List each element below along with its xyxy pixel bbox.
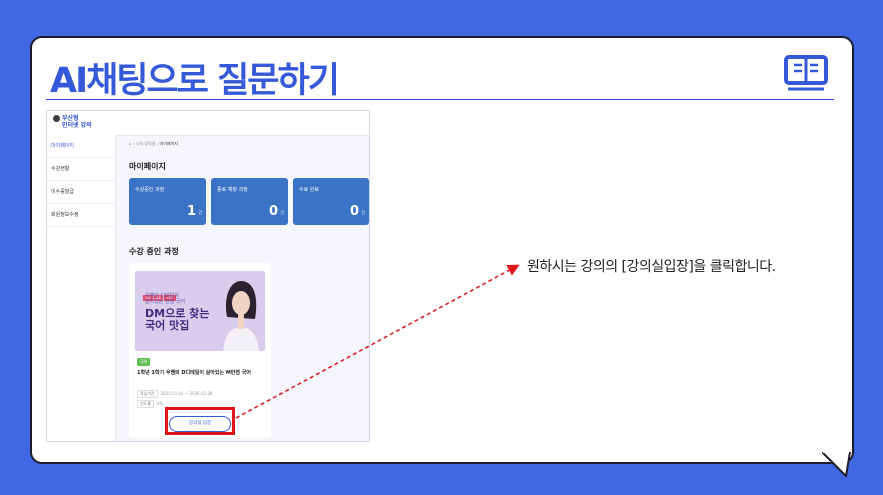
open-book-icon <box>784 55 828 91</box>
course-progress: 진도율 0% <box>137 400 163 408</box>
mascot-icon <box>53 115 60 122</box>
stat-card-ending-soon[interactable]: 종료 예정 과정 0 건 <box>211 178 288 225</box>
heading-divider <box>46 99 834 100</box>
sidebar-item-mypage[interactable]: 마이페이지 <box>47 135 115 158</box>
stat-card-completed[interactable]: 수료 완료 0 건 <box>293 178 369 225</box>
speech-tail-icon <box>822 452 851 477</box>
instructor-photo-icon <box>223 281 259 351</box>
site-logo[interactable]: 부산형 인터넷 강의 <box>53 115 92 129</box>
page-heading: AI채팅으로 질문하기 <box>50 61 340 101</box>
breadcrumb-current: 마이페이지 <box>159 141 178 146</box>
sidebar-item-certificate[interactable]: 이수증발급 <box>47 181 115 204</box>
main-content: ⌂ › 나의 강의실 › 마이페이지 마이페이지 수강중인 과정 1 건 종료 … <box>115 135 369 441</box>
section-title: 수강 중인 과정 <box>129 247 179 256</box>
page-title: 마이페이지 <box>129 162 166 171</box>
stat-card-in-progress[interactable]: 수강중인 과정 1 건 <box>129 178 206 225</box>
course-thumbnail[interactable]: 국어 공통 1학기 우쌤의 디테일이 살아있는 만점 국어 DM으로 찾는 국어 맛… <box>135 271 265 351</box>
embedded-screenshot: 부산형 인터넷 강의 마이페이지 수강현황 이수증발급 회원정보수정 ⌂ › 나… <box>46 110 370 442</box>
subject-badge: 국어 <box>137 358 151 366</box>
breadcrumb: ⌂ › 나의 강의실 › 마이페이지 <box>129 141 178 146</box>
thumb-headline: DM으로 찾는 국어 맛집 <box>145 307 210 332</box>
breadcrumb-item[interactable]: 나의 강의실 <box>136 141 156 146</box>
course-period: 학습기간 2025.01.01 ~ 2026.02.28 <box>137 390 212 398</box>
home-icon[interactable]: ⌂ <box>129 141 132 146</box>
sidebar-item-account[interactable]: 회원정보수정 <box>47 204 115 227</box>
sidebar: 마이페이지 수강현황 이수증발급 회원정보수정 <box>47 135 116 441</box>
instruction-text: 원하시는 강의의 [강의실입장]을 클릭합니다. <box>527 259 776 275</box>
highlight-box <box>165 407 235 435</box>
course-name[interactable]: 1학년 1학기 우쌤의 D디테일이 살아있는 M만점 국어 <box>137 369 251 376</box>
thumb-subtitle: 우쌤의 디테일이 살아있는 만점 국어 <box>145 293 185 305</box>
sidebar-item-enrollment[interactable]: 수강현황 <box>47 158 115 181</box>
site-topbar: 부산형 인터넷 강의 <box>47 111 369 136</box>
